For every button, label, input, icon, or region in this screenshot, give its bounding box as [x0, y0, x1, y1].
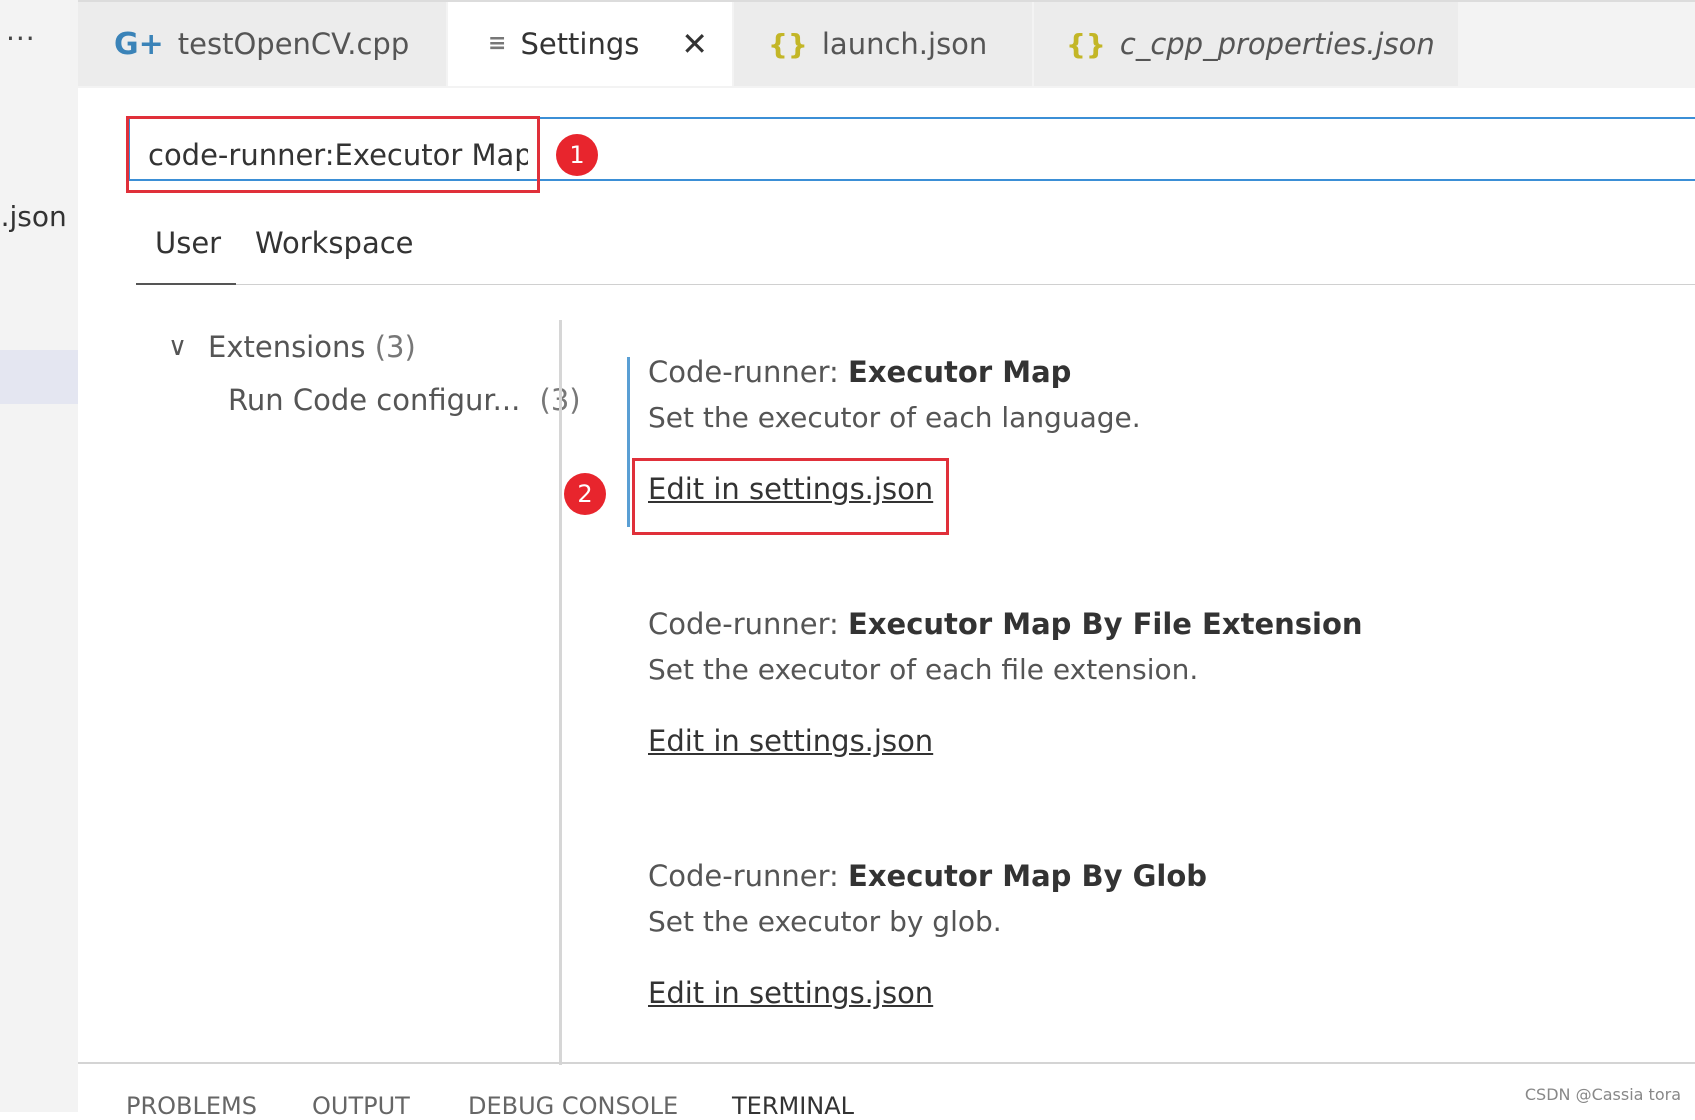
toc-run-code-configuration[interactable]: Run Code configur... (3)	[228, 383, 581, 417]
toc-divider	[559, 320, 562, 1065]
watermark: CSDN @Cassia tora	[1524, 1085, 1681, 1104]
tab-user-scope[interactable]: User	[155, 226, 221, 260]
sidebar-selected-row	[0, 350, 78, 404]
chevron-down-icon[interactable]: ∨	[168, 332, 187, 362]
cpp-file-icon: G+	[114, 26, 164, 62]
json-file-icon: {}	[1066, 27, 1106, 61]
setting-executor-map-by-file-extension: Code-runner: Executor Map By File Extens…	[648, 607, 1363, 758]
setting-description: Set the executor of each file extension.	[648, 653, 1199, 686]
edit-in-settings-json-link[interactable]: Edit in settings.json	[648, 976, 933, 1010]
active-scope-indicator	[136, 283, 236, 285]
setting-title: Code-runner: Executor Map By Glob	[648, 859, 1208, 893]
toc-extensions[interactable]: Extensions (3)	[208, 330, 416, 364]
scope-divider	[136, 284, 1695, 285]
toc-extensions-label: Extensions	[208, 330, 366, 364]
panel-border	[78, 1062, 1695, 1064]
tab-output[interactable]: OUTPUT	[312, 1092, 410, 1120]
setting-title: Code-runner: Executor Map	[648, 355, 1072, 389]
tab-testopencv-cpp[interactable]: G+ testOpenCV.cpp	[78, 2, 446, 86]
tab-label: c_cpp_properties.json	[1119, 27, 1435, 61]
setting-description: Set the executor of each language.	[648, 401, 1141, 434]
json-file-icon: {}	[768, 27, 808, 61]
toc-extensions-count: (3)	[374, 330, 416, 364]
tab-label: launch.json	[821, 27, 988, 61]
sidebar-file-item[interactable]: s.json	[0, 200, 67, 233]
settings-editor-icon: ≡	[488, 31, 507, 56]
close-icon[interactable]: ✕	[681, 25, 708, 63]
tab-terminal[interactable]: TERMINAL	[732, 1092, 854, 1120]
toc-run-code-label: Run Code configur...	[228, 383, 521, 417]
setting-description: Set the executor by glob.	[648, 905, 1002, 938]
edit-in-settings-json-link[interactable]: Edit in settings.json	[648, 724, 933, 758]
highlight-box-search	[126, 116, 540, 193]
tab-c-cpp-properties-json[interactable]: {} c_cpp_properties.json	[1034, 2, 1458, 86]
tab-label: Settings	[520, 27, 640, 61]
more-actions-icon[interactable]: ···	[6, 22, 36, 55]
highlight-box-edit-link	[632, 458, 949, 535]
tab-workspace-scope[interactable]: Workspace	[255, 226, 414, 260]
tab-label: testOpenCV.cpp	[177, 27, 410, 61]
explorer-sidebar: ··· s.json	[0, 0, 78, 1112]
setting-title: Code-runner: Executor Map By File Extens…	[648, 607, 1363, 641]
tab-launch-json[interactable]: {} launch.json	[734, 2, 1032, 86]
tab-problems[interactable]: PROBLEMS	[126, 1092, 257, 1120]
setting-executor-map-by-glob: Code-runner: Executor Map By Glob Set th…	[648, 859, 1207, 1010]
step-marker-2: 2	[564, 473, 606, 515]
step-marker-1: 1	[556, 134, 598, 176]
tab-settings[interactable]: ≡ Settings ✕	[448, 2, 732, 86]
focused-setting-indicator	[627, 357, 630, 527]
tab-debug-console[interactable]: DEBUG CONSOLE	[468, 1092, 678, 1120]
